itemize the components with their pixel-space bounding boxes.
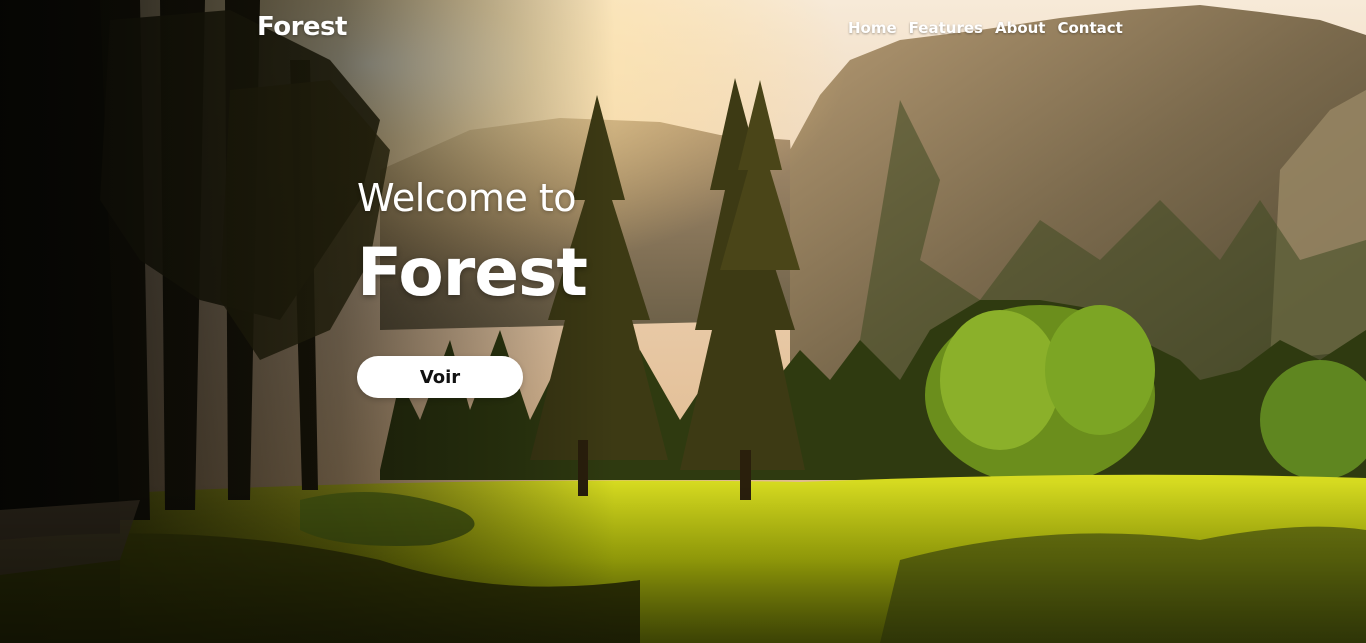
hero-section: Welcome to Forest Voir [357,170,777,398]
voir-button[interactable]: Voir [357,356,523,398]
site-logo[interactable]: Forest [257,12,347,42]
nav-link-about[interactable]: About [995,19,1046,37]
nav-link-contact[interactable]: Contact [1057,19,1122,37]
navbar: Forest Home Features About Contact [0,0,1366,58]
nav-link-home[interactable]: Home [848,19,897,37]
hero-welcome-text: Welcome to [357,176,577,220]
hero-background-image [0,0,1366,643]
hero-title: Forest [357,234,588,311]
nav-link-features[interactable]: Features [909,19,983,37]
nav-links: Home Features About Contact [848,19,1123,37]
